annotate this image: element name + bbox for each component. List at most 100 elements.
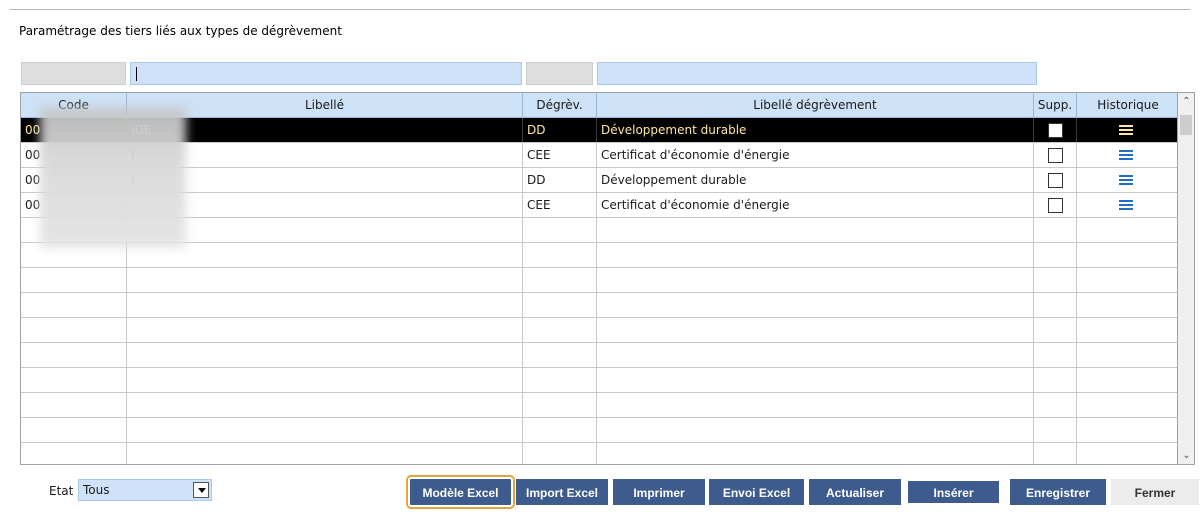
empty-row[interactable] — [21, 268, 1177, 293]
chevron-down-icon[interactable] — [193, 482, 209, 498]
redacted-region — [40, 108, 186, 248]
cell-supp — [1034, 168, 1077, 192]
cell-libelle — [127, 418, 523, 442]
inserer-button[interactable]: Insérer — [906, 479, 1001, 505]
cell-libelle_degrev — [597, 393, 1034, 417]
envoi-excel-button[interactable]: Envoi Excel — [709, 479, 804, 505]
col-header-degrev[interactable]: Dégrèv. — [523, 93, 597, 118]
empty-row[interactable] — [21, 318, 1177, 343]
cell-hist — [1077, 318, 1177, 342]
cell-code — [21, 393, 127, 417]
cell-libelle — [127, 218, 523, 242]
empty-row[interactable] — [21, 368, 1177, 393]
cell-supp — [1034, 193, 1077, 217]
filter-code-input[interactable] — [22, 63, 125, 84]
cell-degrev: DD — [523, 118, 597, 142]
cell-supp — [1034, 243, 1077, 267]
cell-hist — [1077, 118, 1177, 142]
supp-checkbox[interactable] — [1048, 198, 1063, 213]
empty-row[interactable] — [21, 218, 1177, 243]
cell-degrev: CEE — [523, 143, 597, 167]
cell-libelle_degrev — [597, 318, 1034, 342]
filter-degrev[interactable] — [526, 62, 593, 85]
cell-supp — [1034, 368, 1077, 392]
cell-degrev — [523, 343, 597, 367]
table-row[interactable]: 00IDEDDDéveloppement durable — [21, 118, 1177, 143]
enregistrer-button[interactable]: Enregistrer — [1010, 479, 1106, 505]
cell-hist — [1077, 143, 1177, 167]
imprimer-button[interactable]: Imprimer — [613, 479, 705, 505]
cell-hist — [1077, 443, 1177, 464]
vertical-scrollbar[interactable]: ⌃ ⌄ — [1178, 92, 1195, 465]
scroll-down-icon[interactable]: ⌄ — [1178, 447, 1195, 464]
empty-row[interactable] — [21, 243, 1177, 268]
cell-degrev — [523, 243, 597, 267]
col-header-libelle[interactable]: Libellé — [127, 93, 523, 118]
cell-libelle_degrev — [597, 243, 1034, 267]
modele-excel-button[interactable]: Modèle Excel — [406, 475, 515, 509]
cell-libelle: IDE — [127, 118, 523, 142]
cell-degrev — [523, 443, 597, 464]
import-excel-button[interactable]: Import Excel — [516, 479, 608, 505]
scroll-up-icon[interactable]: ⌃ — [1178, 93, 1195, 110]
cell-code — [21, 268, 127, 292]
cell-code — [21, 318, 127, 342]
cell-code — [21, 368, 127, 392]
fermer-button[interactable]: Fermer — [1111, 479, 1199, 505]
cell-libelle_degrev: Certificat d'économie d'énergie — [597, 143, 1034, 167]
table-row[interactable]: 00 CEE Certificat d'économie d'énergie — [21, 193, 1177, 218]
filter-libelle-input[interactable] — [131, 63, 521, 84]
cell-hist — [1077, 193, 1177, 217]
cell-libelle — [127, 443, 523, 464]
col-header-historique[interactable]: Historique — [1077, 93, 1177, 118]
table-row[interactable]: 00ICEECertificat d'économie d'énergie — [21, 143, 1177, 168]
etat-select[interactable]: Tous — [78, 479, 212, 501]
col-header-supp[interactable]: Supp. — [1034, 93, 1077, 118]
cell-hist — [1077, 368, 1177, 392]
filter-libelle-degrev[interactable] — [597, 62, 1037, 85]
page-title: Paramétrage des tiers liés aux types de … — [19, 24, 342, 38]
empty-row[interactable] — [21, 393, 1177, 418]
cell-libelle: I — [127, 143, 523, 167]
history-list-icon[interactable] — [1119, 175, 1133, 185]
cell-code — [21, 443, 127, 464]
filter-code[interactable] — [21, 62, 126, 85]
cell-degrev — [523, 318, 597, 342]
cell-hist — [1077, 168, 1177, 192]
cell-libelle — [127, 293, 523, 317]
cell-supp — [1034, 318, 1077, 342]
history-list-icon[interactable] — [1119, 200, 1133, 210]
cell-degrev — [523, 293, 597, 317]
history-list-icon[interactable] — [1119, 150, 1133, 160]
table-row[interactable]: 00IDDDéveloppement durable — [21, 168, 1177, 193]
empty-row[interactable] — [21, 293, 1177, 318]
cell-code — [21, 343, 127, 367]
cell-hist — [1077, 243, 1177, 267]
cell-supp — [1034, 443, 1077, 464]
supp-checkbox[interactable] — [1048, 173, 1063, 188]
empty-row[interactable] — [21, 418, 1177, 443]
filter-degrev-input[interactable] — [527, 63, 592, 84]
scroll-thumb[interactable] — [1180, 115, 1192, 135]
col-header-libelle-degrev[interactable]: Libellé dégrèvement — [597, 93, 1034, 118]
empty-row[interactable] — [21, 343, 1177, 368]
empty-row[interactable] — [21, 443, 1177, 464]
cell-supp — [1034, 418, 1077, 442]
cell-hist — [1077, 218, 1177, 242]
cell-libelle_degrev: Certificat d'économie d'énergie — [597, 193, 1034, 217]
filter-libelle[interactable] — [130, 62, 522, 85]
cell-libelle — [127, 268, 523, 292]
supp-checkbox[interactable] — [1048, 148, 1063, 163]
cell-hist — [1077, 268, 1177, 292]
cell-libelle_degrev — [597, 268, 1034, 292]
cell-libelle — [127, 393, 523, 417]
supp-checkbox[interactable] — [1048, 123, 1063, 138]
cell-libelle_degrev — [597, 293, 1034, 317]
filter-libelle-degrev-input[interactable] — [598, 63, 1036, 84]
cell-code — [21, 418, 127, 442]
actualiser-button[interactable]: Actualiser — [809, 479, 901, 505]
history-list-icon[interactable] — [1119, 125, 1133, 135]
cell-supp — [1034, 143, 1077, 167]
cell-degrev — [523, 218, 597, 242]
cell-degrev — [523, 418, 597, 442]
